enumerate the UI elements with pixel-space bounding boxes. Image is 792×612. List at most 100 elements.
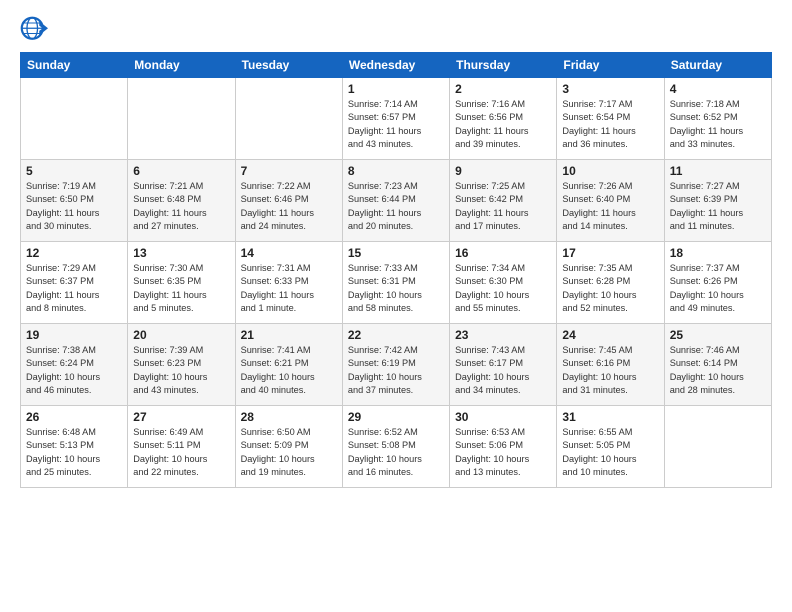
logo-icon — [20, 16, 48, 44]
day-info: Sunrise: 7:46 AM Sunset: 6:14 PM Dayligh… — [670, 344, 766, 397]
calendar-cell: 1 Sunrise: 7:14 AM Sunset: 6:57 PM Daylig… — [342, 78, 449, 160]
calendar-cell — [235, 78, 342, 160]
day-info: Sunrise: 7:21 AM Sunset: 6:48 PM Dayligh… — [133, 180, 229, 233]
weekday-header-saturday: Saturday — [664, 53, 771, 78]
day-number: 10 — [562, 164, 658, 178]
calendar-cell: 5 Sunrise: 7:19 AM Sunset: 6:50 PM Daylig… — [21, 160, 128, 242]
day-number: 1 — [348, 82, 444, 96]
calendar-cell: 31 Sunrise: 6:55 AM Sunset: 5:05 PM Dayli… — [557, 406, 664, 488]
weekday-header-thursday: Thursday — [450, 53, 557, 78]
header — [20, 16, 772, 44]
calendar-cell: 24 Sunrise: 7:45 AM Sunset: 6:16 PM Dayli… — [557, 324, 664, 406]
day-number: 12 — [26, 246, 122, 260]
calendar-cell: 3 Sunrise: 7:17 AM Sunset: 6:54 PM Daylig… — [557, 78, 664, 160]
weekday-header-tuesday: Tuesday — [235, 53, 342, 78]
day-number: 16 — [455, 246, 551, 260]
day-info: Sunrise: 6:55 AM Sunset: 5:05 PM Dayligh… — [562, 426, 658, 479]
calendar-cell: 23 Sunrise: 7:43 AM Sunset: 6:17 PM Dayli… — [450, 324, 557, 406]
day-info: Sunrise: 7:31 AM Sunset: 6:33 PM Dayligh… — [241, 262, 337, 315]
day-number: 3 — [562, 82, 658, 96]
weekday-header-friday: Friday — [557, 53, 664, 78]
weekday-header-sunday: Sunday — [21, 53, 128, 78]
day-number: 9 — [455, 164, 551, 178]
day-number: 28 — [241, 410, 337, 424]
day-number: 6 — [133, 164, 229, 178]
calendar-cell: 30Sunrise: 6:53 AM Sunset: 5:06 PM Dayli… — [450, 406, 557, 488]
calendar-cell: 2 Sunrise: 7:16 AM Sunset: 6:56 PM Daylig… — [450, 78, 557, 160]
day-info: Sunrise: 7:38 AM Sunset: 6:24 PM Dayligh… — [26, 344, 122, 397]
day-number: 25 — [670, 328, 766, 342]
day-info: Sunrise: 6:50 AM Sunset: 5:09 PM Dayligh… — [241, 426, 337, 479]
day-number: 5 — [26, 164, 122, 178]
calendar-table: SundayMondayTuesdayWednesdayThursdayFrid… — [20, 52, 772, 488]
day-number: 20 — [133, 328, 229, 342]
calendar-cell: 16 Sunrise: 7:34 AM Sunset: 6:30 PM Dayli… — [450, 242, 557, 324]
day-number: 13 — [133, 246, 229, 260]
day-info: Sunrise: 7:23 AM Sunset: 6:44 PM Dayligh… — [348, 180, 444, 233]
calendar-cell: 6 Sunrise: 7:21 AM Sunset: 6:48 PM Daylig… — [128, 160, 235, 242]
calendar-cell — [21, 78, 128, 160]
day-number: 11 — [670, 164, 766, 178]
calendar-week-3: 12 Sunrise: 7:29 AM Sunset: 6:37 PM Dayli… — [21, 242, 772, 324]
day-number: 27 — [133, 410, 229, 424]
weekday-header-monday: Monday — [128, 53, 235, 78]
day-number: 26 — [26, 410, 122, 424]
day-number: 29 — [348, 410, 444, 424]
day-info: Sunrise: 7:34 AM Sunset: 6:30 PM Dayligh… — [455, 262, 551, 315]
calendar-cell: 27 Sunrise: 6:49 AM Sunset: 5:11 PM Dayli… — [128, 406, 235, 488]
calendar-week-1: 1 Sunrise: 7:14 AM Sunset: 6:57 PM Daylig… — [21, 78, 772, 160]
day-info: Sunrise: 7:19 AM Sunset: 6:50 PM Dayligh… — [26, 180, 122, 233]
day-number: 4 — [670, 82, 766, 96]
day-info: Sunrise: 7:17 AM Sunset: 6:54 PM Dayligh… — [562, 98, 658, 151]
calendar-cell: 8 Sunrise: 7:23 AM Sunset: 6:44 PM Daylig… — [342, 160, 449, 242]
day-number: 23 — [455, 328, 551, 342]
logo — [20, 16, 52, 44]
calendar-cell: 18Sunrise: 7:37 AM Sunset: 6:26 PM Dayli… — [664, 242, 771, 324]
day-info: Sunrise: 6:52 AM Sunset: 5:08 PM Dayligh… — [348, 426, 444, 479]
day-info: Sunrise: 7:18 AM Sunset: 6:52 PM Dayligh… — [670, 98, 766, 151]
day-info: Sunrise: 7:33 AM Sunset: 6:31 PM Dayligh… — [348, 262, 444, 315]
calendar-week-5: 26 Sunrise: 6:48 AM Sunset: 5:13 PM Dayli… — [21, 406, 772, 488]
day-info: Sunrise: 6:48 AM Sunset: 5:13 PM Dayligh… — [26, 426, 122, 479]
calendar-cell: 25 Sunrise: 7:46 AM Sunset: 6:14 PM Dayli… — [664, 324, 771, 406]
day-number: 22 — [348, 328, 444, 342]
calendar-cell: 4 Sunrise: 7:18 AM Sunset: 6:52 PM Daylig… — [664, 78, 771, 160]
day-info: Sunrise: 7:29 AM Sunset: 6:37 PM Dayligh… — [26, 262, 122, 315]
day-info: Sunrise: 7:14 AM Sunset: 6:57 PM Dayligh… — [348, 98, 444, 151]
calendar-cell: 9Sunrise: 7:25 AM Sunset: 6:42 PM Daylig… — [450, 160, 557, 242]
day-number: 7 — [241, 164, 337, 178]
day-info: Sunrise: 6:49 AM Sunset: 5:11 PM Dayligh… — [133, 426, 229, 479]
calendar-cell: 28 Sunrise: 6:50 AM Sunset: 5:09 PM Dayli… — [235, 406, 342, 488]
calendar-cell: 19 Sunrise: 7:38 AM Sunset: 6:24 PM Dayli… — [21, 324, 128, 406]
day-number: 2 — [455, 82, 551, 96]
calendar-cell: 10 Sunrise: 7:26 AM Sunset: 6:40 PM Dayli… — [557, 160, 664, 242]
calendar-cell: 13 Sunrise: 7:30 AM Sunset: 6:35 PM Dayli… — [128, 242, 235, 324]
day-info: Sunrise: 7:26 AM Sunset: 6:40 PM Dayligh… — [562, 180, 658, 233]
calendar-cell: 17Sunrise: 7:35 AM Sunset: 6:28 PM Dayli… — [557, 242, 664, 324]
day-info: Sunrise: 7:27 AM Sunset: 6:39 PM Dayligh… — [670, 180, 766, 233]
calendar-cell: 12 Sunrise: 7:29 AM Sunset: 6:37 PM Dayli… — [21, 242, 128, 324]
day-number: 31 — [562, 410, 658, 424]
day-info: Sunrise: 7:43 AM Sunset: 6:17 PM Dayligh… — [455, 344, 551, 397]
calendar-cell: 21Sunrise: 7:41 AM Sunset: 6:21 PM Dayli… — [235, 324, 342, 406]
day-info: Sunrise: 7:37 AM Sunset: 6:26 PM Dayligh… — [670, 262, 766, 315]
day-info: Sunrise: 7:30 AM Sunset: 6:35 PM Dayligh… — [133, 262, 229, 315]
day-info: Sunrise: 7:45 AM Sunset: 6:16 PM Dayligh… — [562, 344, 658, 397]
day-number: 19 — [26, 328, 122, 342]
weekday-header-wednesday: Wednesday — [342, 53, 449, 78]
day-info: Sunrise: 7:41 AM Sunset: 6:21 PM Dayligh… — [241, 344, 337, 397]
calendar-cell — [664, 406, 771, 488]
calendar-cell — [128, 78, 235, 160]
day-number: 15 — [348, 246, 444, 260]
day-number: 30 — [455, 410, 551, 424]
calendar-week-4: 19 Sunrise: 7:38 AM Sunset: 6:24 PM Dayli… — [21, 324, 772, 406]
day-number: 8 — [348, 164, 444, 178]
day-number: 24 — [562, 328, 658, 342]
calendar-week-2: 5 Sunrise: 7:19 AM Sunset: 6:50 PM Daylig… — [21, 160, 772, 242]
calendar-cell: 26 Sunrise: 6:48 AM Sunset: 5:13 PM Dayli… — [21, 406, 128, 488]
calendar-cell: 14Sunrise: 7:31 AM Sunset: 6:33 PM Dayli… — [235, 242, 342, 324]
day-info: Sunrise: 7:42 AM Sunset: 6:19 PM Dayligh… — [348, 344, 444, 397]
calendar-cell: 29 Sunrise: 6:52 AM Sunset: 5:08 PM Dayli… — [342, 406, 449, 488]
page: SundayMondayTuesdayWednesdayThursdayFrid… — [0, 0, 792, 612]
day-info: Sunrise: 7:16 AM Sunset: 6:56 PM Dayligh… — [455, 98, 551, 151]
